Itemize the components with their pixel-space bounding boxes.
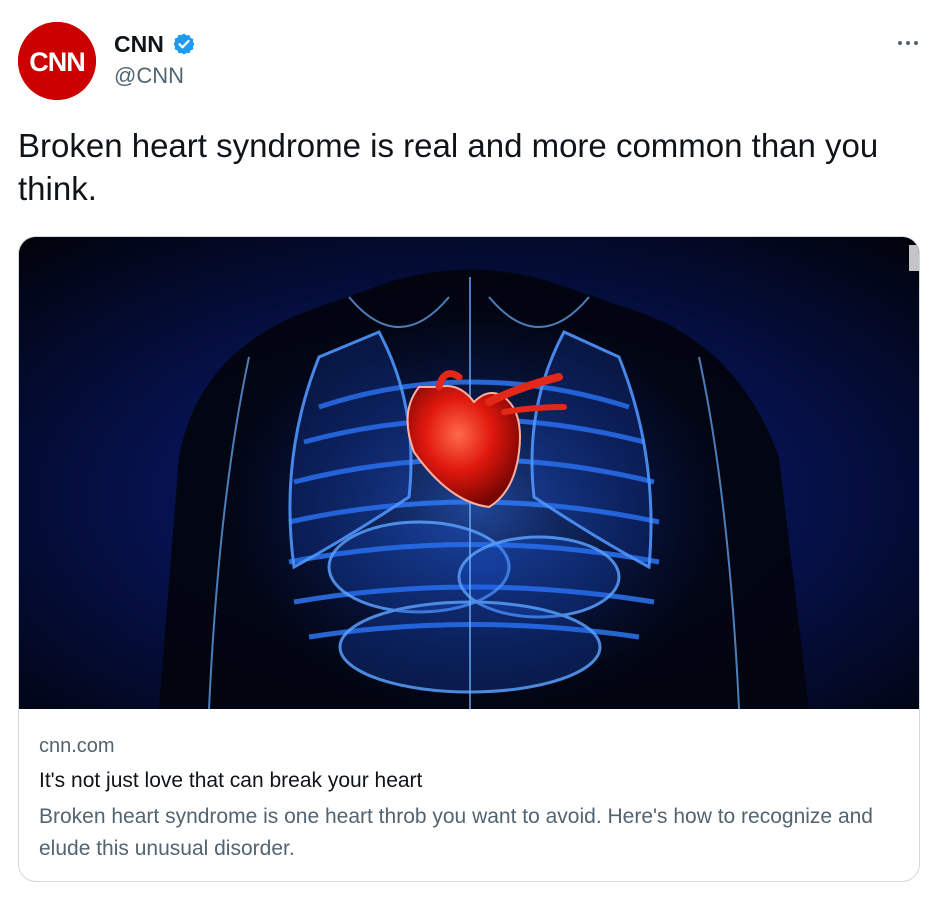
card-domain: cnn.com xyxy=(39,735,115,757)
author-handle[interactable]: @CNN xyxy=(114,62,184,90)
author-display-name[interactable]: CNN xyxy=(114,30,196,58)
avatar[interactable]: CNN xyxy=(18,22,96,100)
display-name-text: CNN xyxy=(114,31,164,57)
heart-illustration xyxy=(19,237,919,709)
card-title: It's not just love that can break your h… xyxy=(39,769,423,792)
verified-badge-icon xyxy=(173,33,195,55)
more-horizontal-icon-dot xyxy=(906,41,910,45)
more-horizontal-icon-dot xyxy=(914,41,918,45)
logo-text: CNN xyxy=(29,47,85,77)
link-card[interactable]: cnn.com It's not just love that can brea… xyxy=(18,236,920,882)
image-credit xyxy=(909,245,919,271)
more-horizontal-icon xyxy=(898,41,902,45)
cnn-logo: CNN xyxy=(18,22,96,100)
card-image xyxy=(19,237,919,709)
card-description: Broken heart syndrome is one heart throb… xyxy=(39,805,873,860)
tweet-text: Broken heart syndrome is real and more c… xyxy=(18,127,879,207)
more-options-button[interactable] xyxy=(893,30,923,56)
